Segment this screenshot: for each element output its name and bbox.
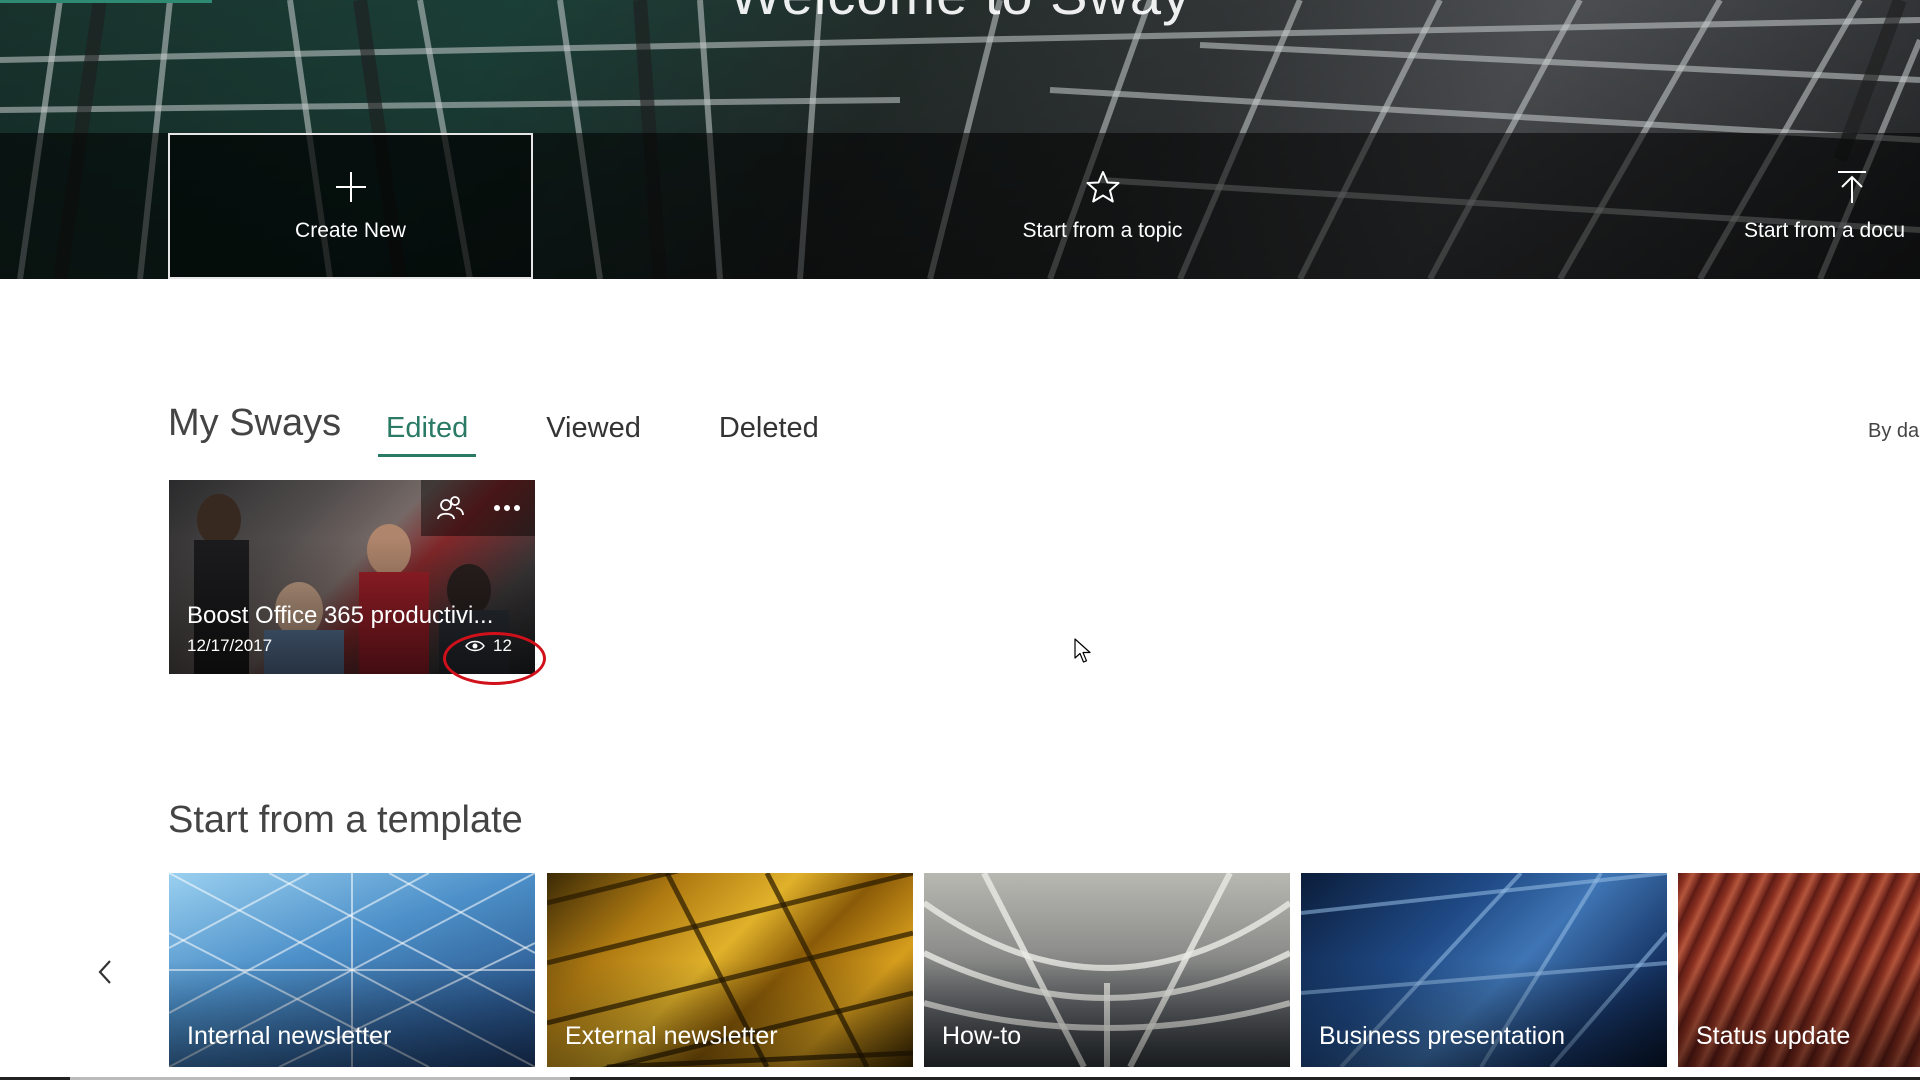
sway-card[interactable]: Boost Office 365 productivi... 12/17/201…: [169, 480, 535, 674]
hero-banner: Welcome to Sway Create New Start from a …: [0, 0, 1920, 279]
more-options-button[interactable]: [478, 480, 535, 536]
templates-prev-button[interactable]: [88, 950, 122, 994]
sway-card-title: Boost Office 365 productivi...: [187, 602, 494, 629]
start-from-document-label: Start from a docu: [1744, 219, 1906, 242]
tab-edited[interactable]: Edited: [378, 408, 477, 457]
sway-card-views: 12: [465, 636, 512, 656]
star-icon: [1086, 171, 1119, 203]
template-label: Status update: [1696, 1022, 1851, 1050]
template-label: Internal newsletter: [187, 1022, 392, 1050]
sway-card-view-count: 12: [493, 636, 512, 655]
template-card-external-newsletter[interactable]: External newsletter: [547, 873, 913, 1067]
tab-deleted[interactable]: Deleted: [711, 408, 827, 457]
tab-viewed[interactable]: Viewed: [538, 408, 649, 457]
template-label: How-to: [942, 1022, 1022, 1050]
eye-icon: [465, 640, 485, 652]
start-from-topic-label: Start from a topic: [1022, 219, 1183, 242]
people-icon: [436, 496, 464, 520]
template-card-how-to[interactable]: How-to: [924, 873, 1290, 1067]
chevron-left-icon: [98, 960, 111, 984]
template-card-internal-newsletter[interactable]: Internal newsletter: [169, 873, 535, 1067]
upload-icon: [1838, 171, 1866, 203]
share-button[interactable]: [421, 480, 478, 536]
mouse-cursor-icon: [1074, 638, 1091, 663]
template-label: External newsletter: [565, 1022, 778, 1050]
start-from-topic-button[interactable]: Start from a topic: [920, 133, 1285, 279]
create-new-label: Create New: [295, 219, 406, 242]
start-from-document-button[interactable]: Start from a docu: [1690, 133, 1920, 279]
plus-icon: [335, 172, 366, 202]
templates-heading: Start from a template: [168, 799, 523, 841]
template-label: Business presentation: [1319, 1022, 1565, 1050]
ellipsis-icon: [493, 505, 520, 511]
template-card-status-update[interactable]: Status update: [1678, 873, 1920, 1067]
template-card-business-presentation[interactable]: Business presentation: [1301, 873, 1667, 1067]
my-sways-tabs: Edited Viewed Deleted: [378, 408, 889, 457]
sort-by-dropdown[interactable]: By da: [1868, 420, 1919, 443]
sway-card-date: 12/17/2017: [187, 636, 273, 655]
create-new-button[interactable]: Create New: [168, 133, 533, 279]
hero-title: Welcome to Sway: [0, 0, 1920, 27]
my-sways-heading: My Sways: [168, 402, 342, 444]
